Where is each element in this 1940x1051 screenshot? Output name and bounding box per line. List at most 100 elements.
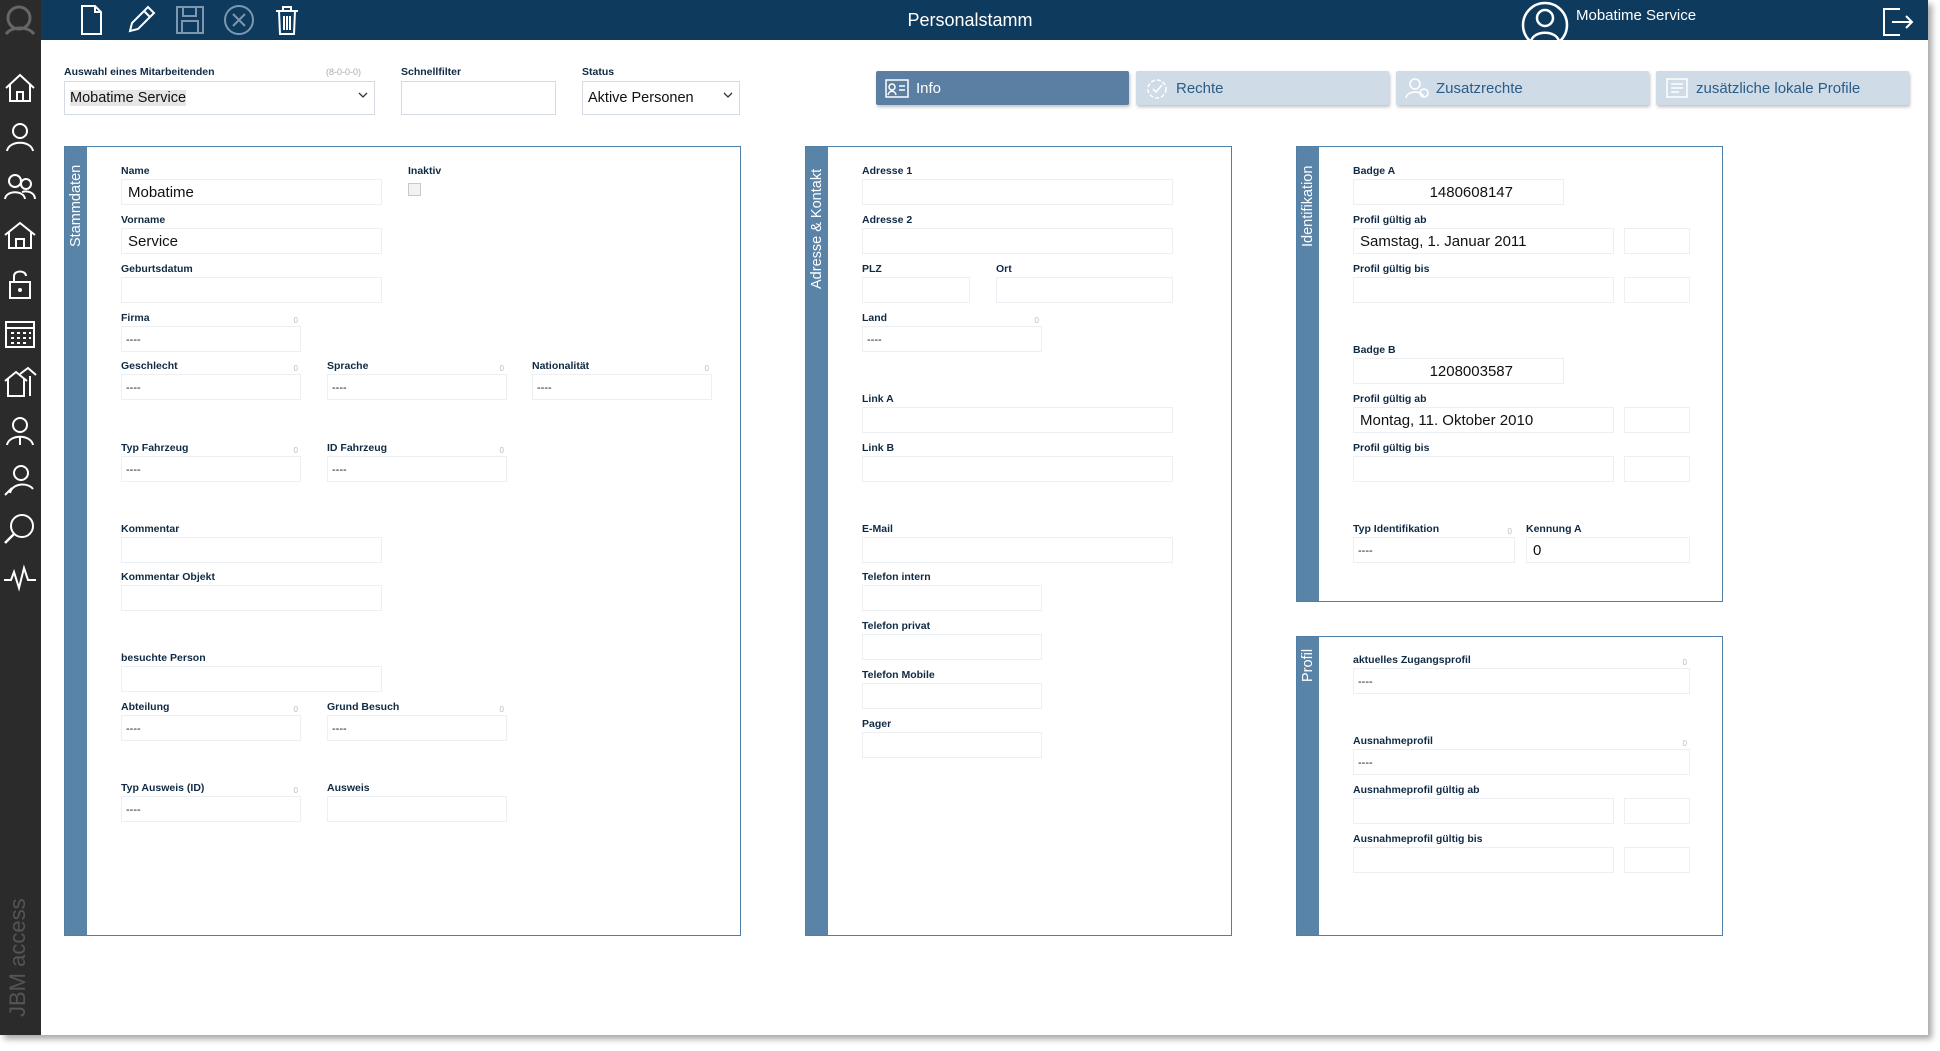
land-select[interactable]: 0 ----: [862, 316, 1042, 352]
panel-adresse-title: Adresse & Kontakt: [809, 168, 825, 289]
profil-bis-a-label: Profil gültig bis: [1353, 263, 1430, 275]
kennung-a-field[interactable]: 0: [1526, 537, 1690, 563]
activity-pulse-icon[interactable]: [2, 560, 38, 596]
home-icon[interactable]: [2, 70, 38, 106]
ausweis-field[interactable]: [327, 796, 507, 822]
link-b-label: Link B: [862, 442, 895, 454]
firma-select[interactable]: 0 ----: [121, 316, 301, 352]
geschlecht-select[interactable]: 0 ----: [121, 364, 301, 400]
profil-ab-b-time[interactable]: [1624, 407, 1690, 433]
panel-profil-band: Profil: [1297, 637, 1319, 935]
profil-bis-a-field[interactable]: [1353, 277, 1614, 303]
visitor-icon[interactable]: [2, 413, 38, 449]
id-fahrzeug-label: ID Fahrzeug: [327, 442, 388, 454]
ausnahme-ab-time[interactable]: [1624, 798, 1690, 824]
adresse1-field[interactable]: [862, 179, 1173, 205]
typ-ident-select[interactable]: 0 ----: [1353, 527, 1515, 563]
top-bar: Personalstamm Mobatime Service: [0, 0, 1928, 49]
typ-ident-value: ----: [1358, 545, 1373, 557]
abteilung-select[interactable]: 0 ----: [121, 705, 301, 741]
typ-fahrzeug-label: Typ Fahrzeug: [121, 442, 189, 454]
badge-b-field[interactable]: 1208003587: [1353, 358, 1564, 384]
status-select-value: Aktive Personen: [588, 90, 694, 106]
rights-icon: [1147, 79, 1167, 99]
tel-privat-field[interactable]: [862, 634, 1042, 660]
tab-zusatzrechte[interactable]: Zusatzrechte: [1396, 71, 1649, 105]
pager-field[interactable]: [862, 732, 1042, 758]
ausnahme-bis-label: Ausnahmeprofil gültig bis: [1353, 833, 1483, 845]
ausnahme-ab-label: Ausnahmeprofil gültig ab: [1353, 784, 1480, 796]
badge-a-field[interactable]: 1480608147: [1353, 179, 1564, 205]
profil-ab-b-label: Profil gültig ab: [1353, 393, 1427, 405]
tab-lokale-profile-label: zusätzliche lokale Profile: [1696, 80, 1861, 97]
kommentar-field[interactable]: [121, 537, 382, 563]
profil-ab-b-field[interactable]: Montag, 11. Oktober 2010: [1353, 407, 1614, 433]
user-rights-icon: [1405, 78, 1429, 99]
panel-identifikation-band: Identifikation: [1297, 147, 1319, 601]
vorname-label: Vorname: [121, 214, 166, 226]
id-fahrzeug-select[interactable]: 0 ----: [327, 446, 507, 482]
geschlecht-value: ----: [126, 382, 141, 394]
tel-mobile-label: Telefon Mobile: [862, 669, 935, 681]
email-field[interactable]: [862, 537, 1173, 563]
search-icon[interactable]: [2, 511, 38, 547]
typ-fahrzeug-value: ----: [126, 464, 141, 476]
ausnahme-ab-field[interactable]: [1353, 798, 1614, 824]
tel-intern-field[interactable]: [862, 585, 1042, 611]
panel-adresse: Adresse & Kontakt Adresse 1 Adresse 2 PL…: [805, 146, 1232, 936]
ausnahmeprofil-value: ----: [1358, 757, 1373, 769]
inaktiv-checkbox[interactable]: [408, 183, 421, 196]
profil-bis-a-time[interactable]: [1624, 277, 1690, 303]
grund-besuch-select[interactable]: 0 ----: [327, 705, 507, 741]
link-a-field[interactable]: [862, 407, 1173, 433]
aktuelles-profil-value: ----: [1358, 676, 1373, 688]
tel-privat-label: Telefon privat: [862, 620, 931, 632]
group-icon[interactable]: [2, 168, 38, 204]
profil-ab-a-field[interactable]: Samstag, 1. Januar 2011: [1353, 228, 1614, 254]
tab-info[interactable]: Info: [876, 71, 1129, 105]
employee-select[interactable]: Mobatime Service: [64, 81, 375, 115]
typ-fahrzeug-select[interactable]: 0 ----: [121, 446, 301, 482]
profil-bis-b-time[interactable]: [1624, 456, 1690, 482]
sprache-select[interactable]: 0 ----: [327, 364, 507, 400]
typ-ausweis-label: Typ Ausweis (ID): [121, 782, 205, 794]
application-window: Personalstamm Mobatime Service JBM acces…: [0, 0, 1928, 1035]
buildings-icon[interactable]: [2, 364, 38, 400]
name-field[interactable]: Mobatime: [121, 179, 382, 205]
logout-icon[interactable]: [1880, 5, 1916, 39]
firma-value: ----: [126, 334, 141, 346]
person-icon[interactable]: [2, 119, 38, 155]
status-select[interactable]: Aktive Personen: [582, 81, 740, 115]
link-b-field[interactable]: [862, 456, 1173, 482]
ort-field[interactable]: [996, 277, 1173, 303]
adresse2-field[interactable]: [862, 228, 1173, 254]
profil-ab-a-time[interactable]: [1624, 228, 1690, 254]
quickfilter-input[interactable]: [401, 81, 556, 115]
building-access-icon[interactable]: [2, 217, 38, 253]
tab-rechte[interactable]: Rechte: [1136, 71, 1389, 105]
aktuelles-profil-select[interactable]: 0 ----: [1353, 658, 1690, 694]
plz-field[interactable]: [862, 277, 970, 303]
grund-besuch-value: ----: [332, 723, 347, 735]
ausnahme-bis-time[interactable]: [1624, 847, 1690, 873]
ausnahmeprofil-select[interactable]: 0 ----: [1353, 739, 1690, 775]
profil-bis-b-field[interactable]: [1353, 456, 1614, 482]
calendar-icon[interactable]: [2, 315, 38, 351]
tab-lokale-profile[interactable]: zusätzliche lokale Profile: [1656, 71, 1909, 105]
land-value: ----: [867, 334, 882, 346]
profil-bis-b-label: Profil gültig bis: [1353, 442, 1430, 454]
typ-ausweis-select[interactable]: 0 ----: [121, 786, 301, 822]
besuchte-person-field[interactable]: [121, 666, 382, 692]
panel-profil-title: Profil: [1300, 648, 1316, 682]
user-avatar-icon[interactable]: [1520, 1, 1570, 49]
kommentar-objekt-field[interactable]: [121, 585, 382, 611]
lock-icon[interactable]: [2, 266, 38, 302]
tab-rechte-label: Rechte: [1176, 80, 1224, 97]
vorname-field[interactable]: Service: [121, 228, 382, 254]
tel-mobile-field[interactable]: [862, 683, 1042, 709]
panel-stammdaten: Stammdaten Name Mobatime Inaktiv Vorname…: [64, 146, 741, 936]
ausnahme-bis-field[interactable]: [1353, 847, 1614, 873]
person-search-icon[interactable]: [2, 462, 38, 498]
nationalitaet-select[interactable]: 0 ----: [532, 364, 712, 400]
geburtsdatum-field[interactable]: [121, 277, 382, 303]
